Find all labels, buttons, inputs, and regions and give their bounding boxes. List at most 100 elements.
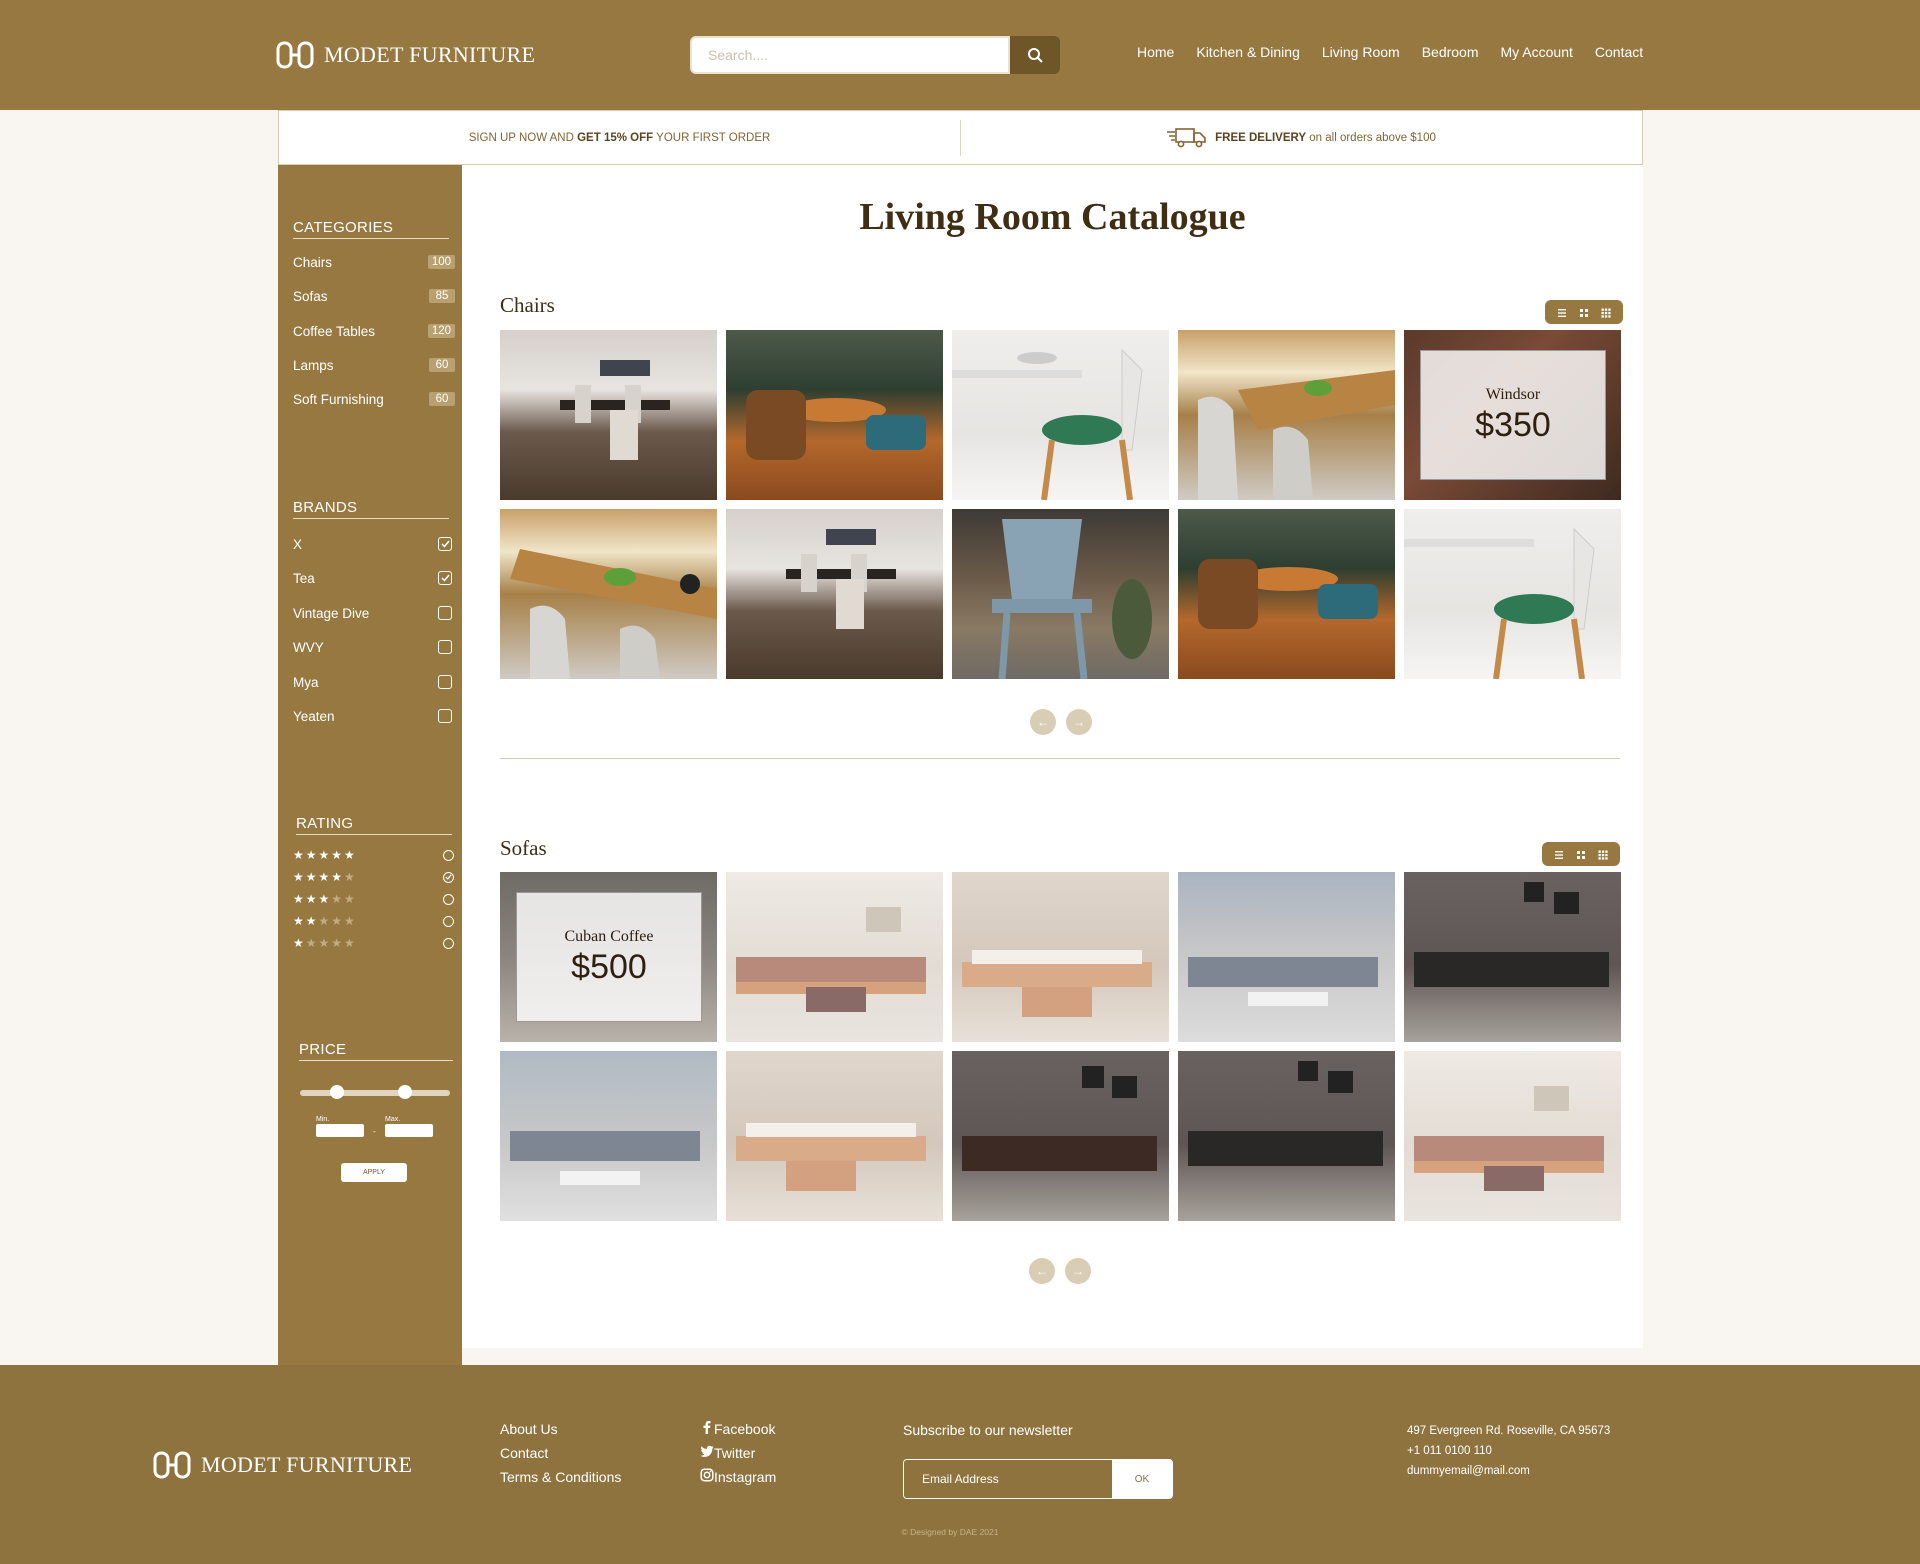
price-max-input[interactable] <box>385 1124 433 1137</box>
nav-my-account[interactable]: My Account <box>1501 44 1573 60</box>
rating-5-stars[interactable]: ★★★★★ <box>293 848 454 862</box>
category-sofas[interactable]: Sofas 85 <box>293 287 455 305</box>
nav-living-room[interactable]: Living Room <box>1322 44 1400 60</box>
price-min-input[interactable] <box>316 1124 364 1137</box>
phone-text: +1 011 0100 110 <box>1407 1445 1492 1457</box>
dense-grid-view-icon[interactable] <box>1599 306 1613 318</box>
list-view-icon[interactable] <box>1552 848 1566 860</box>
footer-logo[interactable]: MODET FURNITURE <box>153 1450 412 1480</box>
footer-contact-info: 497 Evergreen Rd. Roseville, CA 95673 +1… <box>1407 1421 1610 1481</box>
check-icon <box>445 874 452 880</box>
brand-name: MODET FURNITURE <box>201 1452 413 1477</box>
nav-home[interactable]: Home <box>1137 44 1174 60</box>
product-tile[interactable] <box>1404 509 1621 679</box>
search-input[interactable] <box>690 36 1010 74</box>
product-tile[interactable] <box>952 330 1169 500</box>
product-tile[interactable] <box>952 1051 1169 1221</box>
chairs-pagination: ← → <box>1030 709 1092 735</box>
grey-sofa-image <box>1188 957 1378 1006</box>
rating-2-stars[interactable]: ★★★★★ <box>293 914 454 928</box>
site-header: MODET FURNITURE Home Kitchen & Dining Li… <box>0 0 1920 110</box>
product-tile[interactable] <box>500 1051 717 1221</box>
facebook-link[interactable]: Facebook <box>700 1417 776 1441</box>
featured-product-tile[interactable]: Cuban Coffee $500 <box>500 872 717 1042</box>
nav-kitchen-dining[interactable]: Kitchen & Dining <box>1196 44 1300 60</box>
product-tile[interactable] <box>726 330 943 500</box>
brand-tea[interactable]: Tea <box>293 569 452 587</box>
product-tile[interactable] <box>500 330 717 500</box>
brand-checkbox[interactable] <box>438 606 452 620</box>
product-tile[interactable] <box>1404 1051 1621 1221</box>
price-min-handle[interactable] <box>329 1085 344 1099</box>
category-count: 60 <box>429 358 455 372</box>
rating-3-stars[interactable]: ★★★★★ <box>293 892 454 906</box>
newsletter-submit-button[interactable]: OK <box>1112 1460 1172 1498</box>
twitter-icon <box>700 1445 714 1457</box>
product-tile[interactable] <box>726 509 943 679</box>
rating-radio[interactable] <box>443 849 454 861</box>
footer-contact-link[interactable]: Contact <box>500 1441 621 1465</box>
newsletter-label: Subscribe to our newsletter <box>903 1422 1073 1438</box>
dense-grid-view-icon[interactable] <box>1596 848 1610 860</box>
newsletter-email-input[interactable] <box>904 1460 1112 1498</box>
product-tile[interactable] <box>1178 1051 1395 1221</box>
brand-checkbox[interactable] <box>438 709 452 723</box>
brand-wvy[interactable]: WVY <box>293 638 452 656</box>
chairs-next-button[interactable]: → <box>1066 709 1092 735</box>
nav-contact[interactable]: Contact <box>1595 44 1643 60</box>
rating-4-stars[interactable]: ★★★★★ <box>293 870 454 884</box>
instagram-link[interactable]: Instagram <box>700 1465 776 1489</box>
chairs-prev-button[interactable]: ← <box>1030 709 1056 735</box>
category-soft-furnishing[interactable]: Soft Furnishing 60 <box>293 390 455 408</box>
category-coffee-tables[interactable]: Coffee Tables 120 <box>293 322 455 340</box>
brand-checkbox[interactable] <box>438 537 452 551</box>
sofas-view-toggle <box>1542 842 1620 866</box>
product-tile[interactable] <box>1178 872 1395 1042</box>
grid-view-icon[interactable] <box>1574 848 1588 860</box>
brand-mya[interactable]: Mya <box>293 673 452 691</box>
rating-radio[interactable] <box>443 893 454 905</box>
categories-heading: CATEGORIES <box>293 219 449 239</box>
rating-radio[interactable] <box>443 871 454 883</box>
black-sofa-image <box>1414 882 1609 987</box>
signup-promo[interactable]: SIGN UP NOW AND GET 15% OFF YOUR FIRST O… <box>279 132 960 144</box>
sofas-next-button[interactable]: → <box>1065 1258 1091 1284</box>
sofas-prev-button[interactable]: ← <box>1029 1258 1055 1284</box>
list-view-icon[interactable] <box>1555 306 1569 318</box>
price-max-handle[interactable] <box>397 1085 412 1099</box>
brand-checkbox[interactable] <box>438 640 452 654</box>
chairs-view-toggle <box>1545 300 1623 324</box>
footer-about-link[interactable]: About Us <box>500 1417 621 1441</box>
brown-sofa-image <box>962 1066 1157 1171</box>
site-logo[interactable]: MODET FURNITURE <box>276 40 535 70</box>
copyright-text: © Designed by DAE 2021 <box>901 1527 999 1537</box>
rating-1-star[interactable]: ★★★★★ <box>293 936 454 950</box>
featured-product-tile[interactable]: Windsor $350 <box>1404 330 1621 500</box>
product-tile[interactable] <box>1404 872 1621 1042</box>
pink-sofa-image <box>736 907 926 1012</box>
grid-view-icon[interactable] <box>1577 306 1591 318</box>
nav-bedroom[interactable]: Bedroom <box>1422 44 1479 60</box>
brand-x[interactable]: X <box>293 535 452 553</box>
rating-radio[interactable] <box>443 937 454 949</box>
twitter-link[interactable]: Twitter <box>700 1441 776 1465</box>
product-tile[interactable] <box>726 872 943 1042</box>
search-button[interactable] <box>1010 36 1060 74</box>
rating-radio[interactable] <box>443 915 454 927</box>
product-tile[interactable] <box>952 509 1169 679</box>
apply-price-button[interactable]: APPLY <box>341 1163 407 1182</box>
brand-checkbox[interactable] <box>438 571 452 585</box>
product-tile[interactable] <box>500 509 717 679</box>
brand-checkbox[interactable] <box>438 675 452 689</box>
product-tile[interactable] <box>1178 509 1395 679</box>
min-label: Min. <box>316 1116 330 1123</box>
product-tile[interactable] <box>726 1051 943 1221</box>
category-chairs[interactable]: Chairs 100 <box>293 253 455 271</box>
price-range-slider[interactable] <box>300 1085 450 1099</box>
brand-vintage-dive[interactable]: Vintage Dive <box>293 604 452 622</box>
category-lamps[interactable]: Lamps 60 <box>293 356 455 374</box>
product-tile[interactable] <box>1178 330 1395 500</box>
brand-yeaten[interactable]: Yeaten <box>293 707 452 725</box>
footer-terms-link[interactable]: Terms & Conditions <box>500 1465 621 1489</box>
product-tile[interactable] <box>952 872 1169 1042</box>
